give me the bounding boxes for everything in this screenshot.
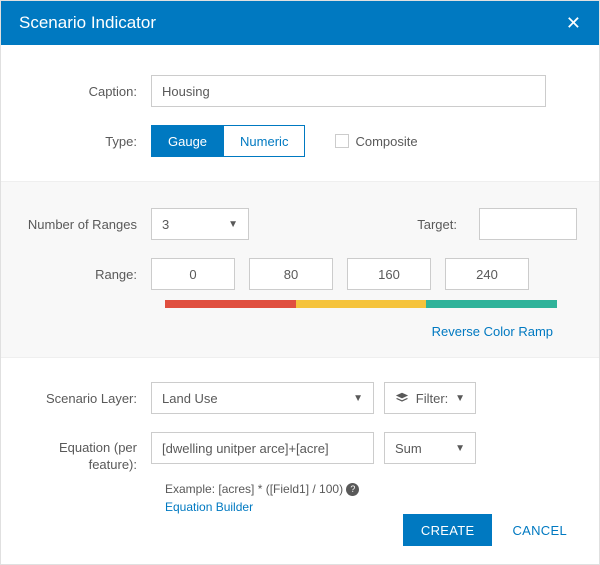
chevron-down-icon: ▼ <box>455 393 465 404</box>
equation-input[interactable] <box>151 432 374 464</box>
range-label: Range: <box>23 267 151 282</box>
caption-input[interactable] <box>151 75 546 107</box>
ramp-segment-mid <box>296 300 427 308</box>
caption-label: Caption: <box>23 84 151 99</box>
dialog-header: Scenario Indicator ✕ <box>1 1 599 45</box>
target-input[interactable] <box>479 208 577 240</box>
range-input-1[interactable] <box>249 258 333 290</box>
type-label: Type: <box>23 134 151 149</box>
equation-example: Example: [acres] * ([Field1] / 100) ? Eq… <box>165 480 577 516</box>
num-ranges-select[interactable]: 3 ▼ <box>151 208 249 240</box>
composite-checkbox[interactable]: Composite <box>335 134 417 149</box>
chevron-down-icon: ▼ <box>228 219 238 230</box>
scenario-indicator-dialog: Scenario Indicator ✕ Caption: Type: Gaug… <box>0 0 600 565</box>
aggregation-value: Sum <box>395 441 422 456</box>
equation-label: Equation (per feature): <box>23 432 151 474</box>
scenario-layer-select[interactable]: Land Use ▼ <box>151 382 374 414</box>
equation-builder-link[interactable]: Equation Builder <box>165 500 253 514</box>
composite-label: Composite <box>355 134 417 149</box>
create-button[interactable]: CREATE <box>403 514 493 546</box>
ranges-panel: Number of Ranges 3 ▼ Target: Range: <box>1 181 599 358</box>
cancel-button[interactable]: CANCEL <box>502 514 577 546</box>
scenario-layer-value: Land Use <box>162 391 218 406</box>
range-input-3[interactable] <box>445 258 529 290</box>
type-numeric-button[interactable]: Numeric <box>223 126 304 156</box>
reverse-color-ramp-link[interactable]: Reverse Color Ramp <box>23 324 553 339</box>
type-gauge-button[interactable]: Gauge <box>152 126 223 156</box>
aggregation-select[interactable]: Sum ▼ <box>384 432 476 464</box>
ramp-segment-low <box>165 300 296 308</box>
dialog-footer: CREATE CANCEL <box>403 514 577 546</box>
checkbox-icon <box>335 134 349 148</box>
target-label: Target: <box>417 217 469 232</box>
range-input-0[interactable] <box>151 258 235 290</box>
close-icon[interactable]: ✕ <box>566 14 581 32</box>
filter-label: Filter: <box>416 391 449 406</box>
dialog-title: Scenario Indicator <box>19 13 156 33</box>
range-input-2[interactable] <box>347 258 431 290</box>
chevron-down-icon: ▼ <box>353 393 363 404</box>
type-segmented: Gauge Numeric <box>151 125 305 157</box>
num-ranges-label: Number of Ranges <box>23 217 151 232</box>
num-ranges-value: 3 <box>162 217 169 232</box>
color-ramp <box>165 300 557 308</box>
ramp-segment-high <box>426 300 557 308</box>
scenario-layer-label: Scenario Layer: <box>23 391 151 406</box>
filter-select[interactable]: Filter: ▼ <box>384 382 476 414</box>
help-icon[interactable]: ? <box>346 483 359 496</box>
layers-icon <box>395 391 409 405</box>
chevron-down-icon: ▼ <box>455 443 465 454</box>
